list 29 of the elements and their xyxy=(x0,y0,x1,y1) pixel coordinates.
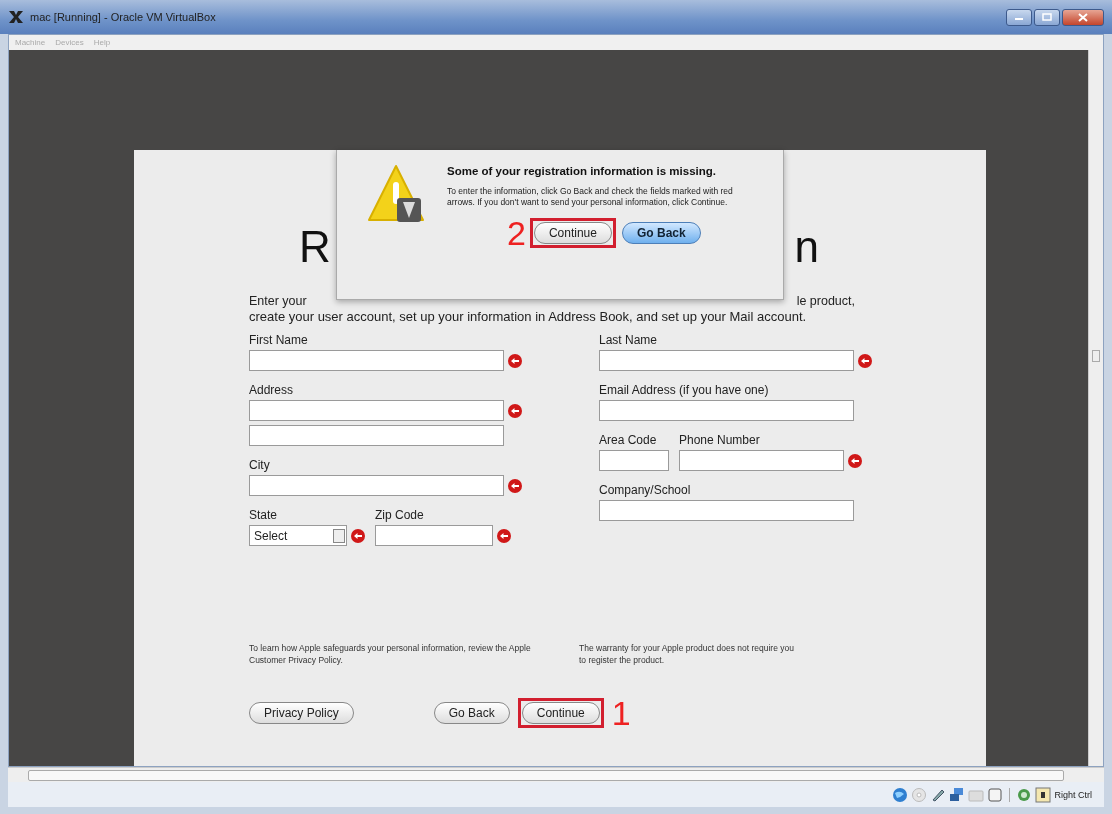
dialog-message: To enter the information, click Go Back and check the fields marked with red arrows. If you don't want to send your personal information, click Continue. xyxy=(447,186,734,208)
button[interactable]: Privacy Policy xyxy=(249,702,354,724)
field-label: Email Address (if you have one) xyxy=(599,383,770,397)
field-label: Zip Code xyxy=(375,508,425,522)
host-key-label: Right Ctrl xyxy=(1054,789,1092,800)
button[interactable]: Go Back xyxy=(621,222,701,244)
page-heading: R xyxy=(299,222,331,272)
field-label: State xyxy=(249,508,279,522)
window-title: mac [Running] - Oracle VM VirtualBox xyxy=(30,11,217,23)
info-note: The warranty for your Apple product does not require you to register the product. xyxy=(579,642,794,666)
button[interactable]: Go Back xyxy=(433,702,510,724)
intro-text: create your user account, set up your information in Address Book, and set up your Mail account. xyxy=(249,308,808,325)
info-note: To learn how Apple safeguards your personal information, review the Apple Customer Privacy Policy. xyxy=(249,642,532,666)
step-number: 1 xyxy=(611,699,631,727)
field-label: Area Code xyxy=(599,433,658,447)
field-label: Company/School xyxy=(599,483,692,497)
intro-text: le product, xyxy=(796,294,855,308)
step-number: 2 xyxy=(507,219,526,247)
field-label: First Name xyxy=(249,333,309,347)
intro-text: Enter your xyxy=(249,294,307,308)
field-label: Address xyxy=(249,383,295,397)
button[interactable]: Continue xyxy=(521,702,600,724)
field-label: Phone Number xyxy=(679,433,761,447)
field-label: Last Name xyxy=(599,333,659,347)
page-heading: n xyxy=(794,222,819,272)
select-dropdown[interactable]: Select xyxy=(249,525,347,546)
button[interactable]: Continue xyxy=(533,222,612,244)
field-label: City xyxy=(249,458,271,472)
dialog-title: Some of your registration information is missing. xyxy=(447,164,717,178)
